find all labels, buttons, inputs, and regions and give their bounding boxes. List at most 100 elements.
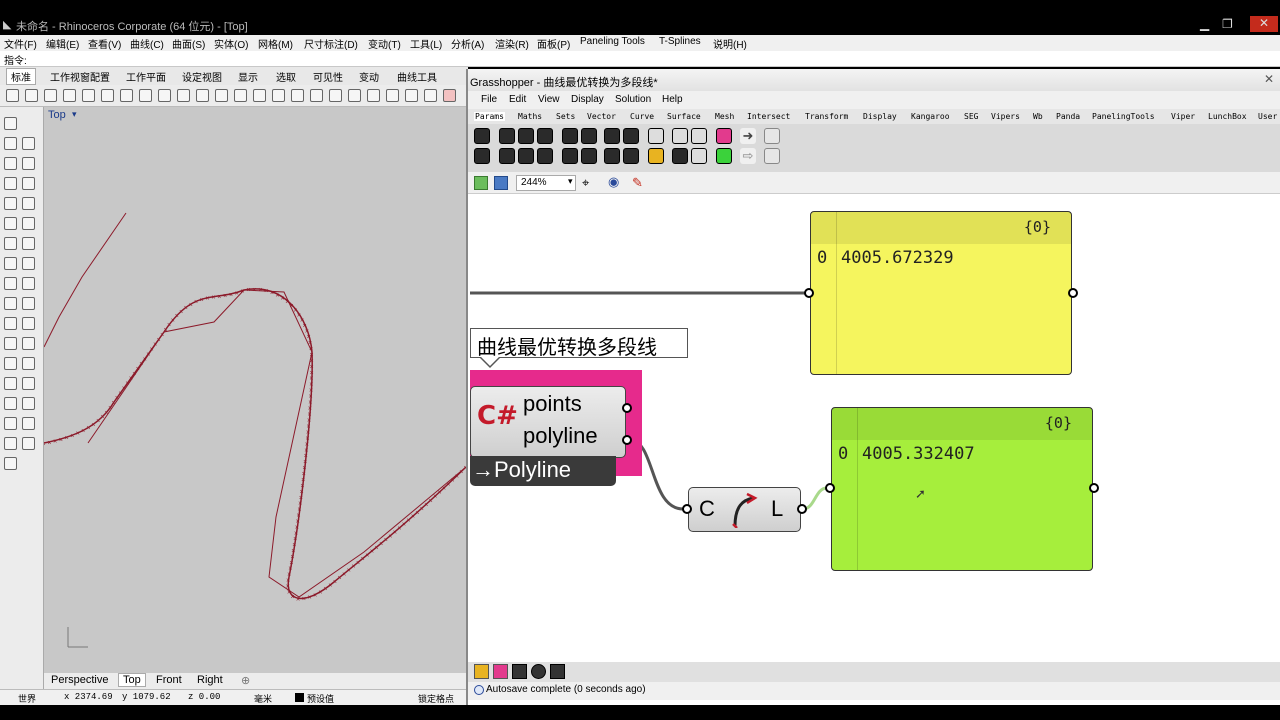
new-icon[interactable] xyxy=(6,89,19,102)
pan-icon[interactable] xyxy=(177,89,190,102)
menu-view[interactable]: 查看(V) xyxy=(88,36,121,51)
menu-panels[interactable]: 面板(P) xyxy=(537,36,570,51)
util-data-icon[interactable] xyxy=(716,148,732,164)
paint-icon[interactable] xyxy=(4,437,17,450)
length-input-c[interactable]: C xyxy=(699,496,715,522)
menu-surface[interactable]: 曲面(S) xyxy=(172,36,205,51)
menu-help[interactable]: 说明(H) xyxy=(713,36,747,51)
status-grid-snap[interactable]: 锁定格点 xyxy=(418,692,454,705)
gh-tab-display[interactable]: Display xyxy=(863,112,897,121)
tab-visibility[interactable]: 可见性 xyxy=(313,69,343,84)
fillet-icon[interactable] xyxy=(4,217,17,230)
paste-icon[interactable] xyxy=(139,89,152,102)
menu-paneling-tools[interactable]: Paneling Tools xyxy=(580,36,645,47)
light-icon[interactable] xyxy=(405,89,418,102)
length-input-port[interactable] xyxy=(682,504,692,514)
input-gradient-icon[interactable] xyxy=(648,148,664,164)
boolean-icon[interactable] xyxy=(4,297,17,310)
bottom-download-icon[interactable] xyxy=(512,664,527,679)
gh-tab-kangaroo[interactable]: Kangaroo xyxy=(911,112,950,121)
rotate-icon[interactable] xyxy=(22,337,35,350)
preview-eye-icon[interactable]: ◉ xyxy=(608,174,619,190)
gh-menu-edit[interactable]: Edit xyxy=(509,94,526,105)
bottom-gradient-icon[interactable] xyxy=(474,664,489,679)
script-polyline-port[interactable] xyxy=(622,435,632,445)
rectangle-icon[interactable] xyxy=(4,177,17,190)
zoom-window-icon[interactable] xyxy=(234,89,247,102)
rotate-view-icon[interactable] xyxy=(196,89,209,102)
cut-icon[interactable] xyxy=(101,89,114,102)
csharp-script-component[interactable]: C# points polyline xyxy=(470,386,626,458)
param-vector-icon[interactable] xyxy=(581,128,597,144)
script-input-polyline[interactable]: polyline xyxy=(523,423,598,449)
point-icon[interactable] xyxy=(22,137,35,150)
text-icon[interactable] xyxy=(22,397,35,410)
render-icon[interactable] xyxy=(424,89,437,102)
util-arrow-outline-icon[interactable]: ⇨ xyxy=(740,148,756,164)
param-line-icon[interactable] xyxy=(537,128,553,144)
param-arc-icon[interactable] xyxy=(581,148,597,164)
panel-original-length[interactable]: {0} 0 4005.672329 xyxy=(810,211,1072,375)
tab-cplane[interactable]: 工作平面 xyxy=(126,69,166,84)
gh-tab-lunchbox[interactable]: LunchBox xyxy=(1208,112,1247,121)
mirror-icon[interactable] xyxy=(22,357,35,370)
gh-menu-file[interactable]: File xyxy=(481,94,497,105)
script-points-port[interactable] xyxy=(622,403,632,413)
gh-tab-mesh[interactable]: Mesh xyxy=(715,112,734,121)
param-mesh-icon[interactable] xyxy=(537,148,553,164)
tab-front[interactable]: Front xyxy=(156,674,182,686)
ellipse-icon[interactable] xyxy=(4,197,17,210)
menu-render[interactable]: 渲染(R) xyxy=(495,36,529,51)
gh-tab-sets[interactable]: Sets xyxy=(556,112,575,121)
menu-solid[interactable]: 实体(O) xyxy=(214,36,248,51)
panel-green-input-port[interactable] xyxy=(825,483,835,493)
script-input-points[interactable]: points xyxy=(523,391,582,417)
move-icon[interactable] xyxy=(4,337,17,350)
save-icon[interactable] xyxy=(44,89,57,102)
input-slider-icon[interactable] xyxy=(691,128,707,144)
param-boolean-icon[interactable] xyxy=(623,128,639,144)
minimize-icon[interactable]: ▁ xyxy=(1200,17,1209,31)
import-icon[interactable] xyxy=(82,89,95,102)
tab-perspective[interactable]: Perspective xyxy=(51,674,108,686)
gh-tab-wb[interactable]: Wb xyxy=(1033,112,1043,121)
length-output-port[interactable] xyxy=(797,504,807,514)
command-line[interactable]: 指令: xyxy=(0,51,1280,67)
select-icon[interactable] xyxy=(348,89,361,102)
param-point-icon[interactable] xyxy=(499,128,515,144)
viewport-top[interactable]: Top ▾ × × × × × × × × × × × × × × × × × × × × × × × × × × × × × × × × × ×… xyxy=(44,107,466,673)
menu-analyze[interactable]: 分析(A) xyxy=(451,36,484,51)
circle-icon[interactable] xyxy=(4,157,17,170)
group-label[interactable]: 曲线最优转换多段线 xyxy=(470,328,688,359)
tab-set-view[interactable]: 设定视图 xyxy=(182,69,222,84)
cylinder-icon[interactable] xyxy=(22,257,35,270)
zoom-extents-icon[interactable] xyxy=(253,89,266,102)
shade-icon[interactable] xyxy=(386,89,399,102)
menu-mesh[interactable]: 网格(M) xyxy=(258,36,293,51)
menu-dimension[interactable]: 尺寸标注(D) xyxy=(304,36,358,51)
menu-tsplines[interactable]: T-Splines xyxy=(659,36,701,47)
copy-icon[interactable] xyxy=(120,89,133,102)
open-icon[interactable] xyxy=(25,89,38,102)
add-viewport-tab-icon[interactable]: ⊕ xyxy=(241,674,250,687)
split-icon[interactable] xyxy=(22,297,35,310)
menu-curve[interactable]: 曲线(C) xyxy=(130,36,164,51)
join-icon[interactable] xyxy=(22,317,35,330)
param-surface-icon[interactable] xyxy=(562,148,578,164)
zoom-dropdown-icon[interactable]: ▾ xyxy=(568,176,573,187)
polyline-icon[interactable] xyxy=(4,137,17,150)
tab-display[interactable]: 显示 xyxy=(238,69,258,84)
util-arrow-right-icon[interactable]: ➜ xyxy=(740,128,756,144)
surface-icon[interactable] xyxy=(4,237,17,250)
restore-icon[interactable]: ❐ xyxy=(1222,17,1233,31)
gh-tab-transform[interactable]: Transform xyxy=(805,112,848,121)
param-colour-icon[interactable] xyxy=(623,148,639,164)
four-views-icon[interactable] xyxy=(310,89,323,102)
gh-tab-params[interactable]: Params xyxy=(474,112,505,121)
param-integer-icon[interactable] xyxy=(604,148,620,164)
select-arrow-icon[interactable] xyxy=(4,117,17,130)
gh-canvas[interactable]: {0} 0 4005.672329 曲线最优转换多段线 C# points po… xyxy=(470,194,1280,662)
menu-transform[interactable]: 变动(T) xyxy=(368,36,401,51)
print-icon[interactable] xyxy=(63,89,76,102)
mesh-icon[interactable] xyxy=(4,277,17,290)
